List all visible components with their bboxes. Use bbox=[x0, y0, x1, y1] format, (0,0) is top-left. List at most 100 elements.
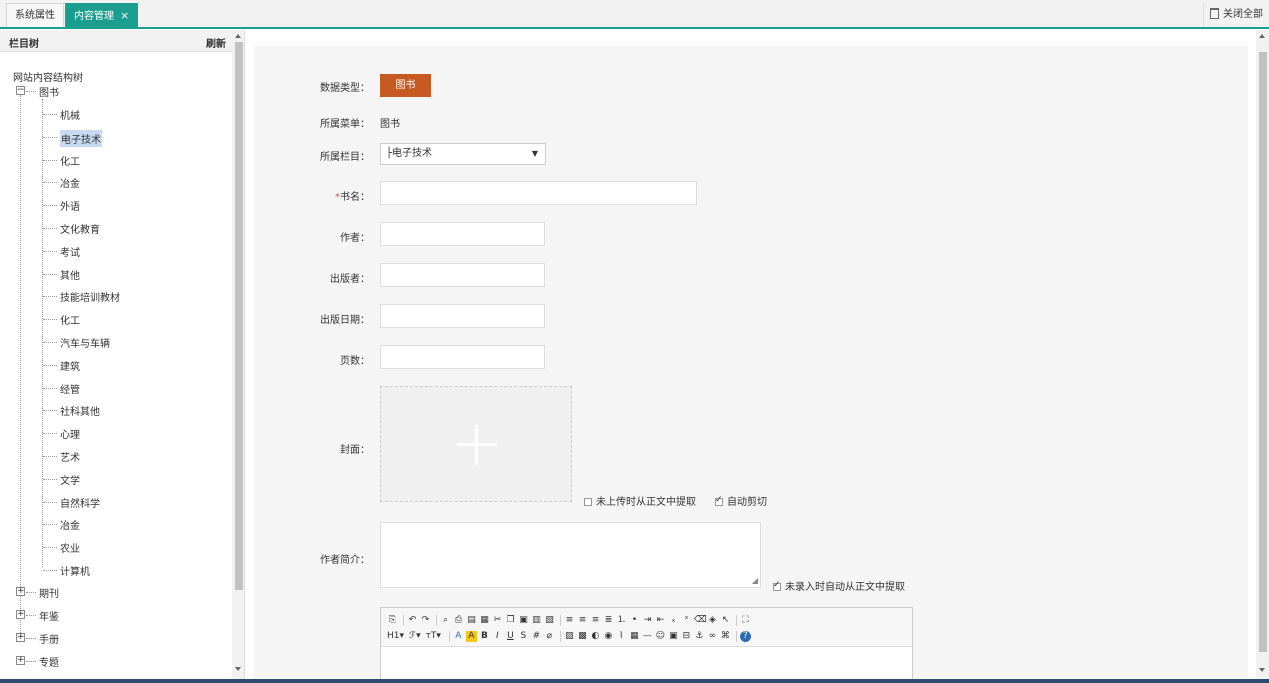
help-icon[interactable]: ? bbox=[739, 630, 751, 642]
sidebar-scrollbar[interactable] bbox=[232, 30, 244, 683]
pagebreak-icon[interactable]: ⊟ bbox=[681, 631, 692, 642]
author-input[interactable] bbox=[380, 222, 545, 246]
author-intro-textarea[interactable]: ◢ bbox=[380, 522, 761, 588]
expand-icon[interactable]: + bbox=[16, 587, 25, 596]
tree-node[interactable]: 冶金 bbox=[60, 175, 80, 190]
tree-node[interactable]: 计算机 bbox=[60, 563, 90, 578]
resize-handle-icon[interactable]: ◢ bbox=[752, 576, 758, 585]
unordered-list-icon[interactable]: • bbox=[629, 615, 640, 626]
fullscreen-icon[interactable]: ⛶ bbox=[740, 615, 751, 626]
superscript-icon[interactable]: ˣ bbox=[681, 615, 692, 626]
tree-node[interactable]: 电子技术 bbox=[60, 129, 102, 147]
tree-node[interactable]: 其他 bbox=[60, 267, 80, 282]
justify-icon[interactable]: ≣ bbox=[603, 615, 614, 626]
align-left-icon[interactable]: ≡ bbox=[564, 615, 575, 626]
tree-node[interactable]: 建筑 bbox=[60, 358, 80, 373]
scroll-up-icon[interactable] bbox=[1259, 34, 1265, 38]
undo-icon[interactable]: ↶ bbox=[407, 615, 418, 626]
indent-icon[interactable]: ⇥ bbox=[642, 615, 653, 626]
underline-icon[interactable]: U bbox=[505, 631, 516, 642]
anchor-icon[interactable]: ⚓ bbox=[694, 631, 705, 642]
tree-node[interactable]: 汽车与车辆 bbox=[60, 335, 110, 350]
template-icon[interactable]: ▤ bbox=[466, 615, 477, 626]
title-input[interactable] bbox=[380, 181, 697, 205]
cover-extract-checkbox[interactable]: 未上传时从正文中提取 bbox=[584, 493, 696, 508]
scroll-down-icon[interactable] bbox=[1259, 668, 1265, 672]
auto-crop-checkbox[interactable]: 自动剪切 bbox=[715, 493, 767, 508]
refresh-button[interactable]: 刷新 bbox=[206, 35, 226, 50]
image-icon[interactable]: ▨ bbox=[564, 631, 575, 642]
column-select[interactable]: ├电子技术 ▼ bbox=[380, 143, 546, 165]
paste-word-icon[interactable]: ▦ bbox=[479, 615, 490, 626]
table-icon[interactable]: ▦ bbox=[629, 631, 640, 642]
tree-node[interactable]: 冶金 bbox=[60, 517, 80, 532]
print-icon[interactable]: ⎙ bbox=[453, 615, 464, 626]
paste-word2-icon[interactable]: ▧ bbox=[544, 615, 555, 626]
main-scrollbar[interactable] bbox=[1256, 30, 1269, 683]
unlink-icon[interactable]: ⌘ bbox=[720, 631, 731, 642]
tree-node-books[interactable]: 图书 bbox=[39, 84, 59, 99]
ordered-list-icon[interactable]: ⒈ bbox=[616, 615, 627, 626]
strike-icon[interactable]: S bbox=[518, 631, 529, 642]
copy-icon[interactable]: ❐ bbox=[505, 615, 516, 626]
pages-input[interactable] bbox=[380, 345, 545, 369]
paste-icon[interactable]: ▣ bbox=[518, 615, 529, 626]
paste-text-icon[interactable]: ▥ bbox=[531, 615, 542, 626]
cut-icon[interactable]: ✂ bbox=[492, 615, 503, 626]
media-icon[interactable]: ◉ bbox=[603, 631, 614, 642]
scroll-down-icon[interactable] bbox=[235, 667, 241, 671]
expand-icon[interactable]: + bbox=[16, 633, 25, 642]
intro-extract-checkbox[interactable]: 未录入时自动从正文中提取 bbox=[773, 578, 905, 593]
toolbar-dropdown[interactable]: H1▾ bbox=[387, 631, 404, 641]
pubdate-input[interactable] bbox=[380, 304, 545, 328]
redo-icon[interactable]: ↷ bbox=[420, 615, 431, 626]
tree-node[interactable]: 技能培训教材 bbox=[60, 289, 120, 304]
tree-node[interactable]: 考试 bbox=[60, 244, 80, 259]
tree-node[interactable]: 化工 bbox=[60, 312, 80, 327]
tree-node-topics[interactable]: 专题 bbox=[39, 654, 59, 669]
tab-content-management[interactable]: 内容管理 × bbox=[65, 3, 139, 27]
tab-system-properties[interactable]: 系统属性 bbox=[6, 3, 64, 27]
subscript-icon[interactable]: ₓ bbox=[668, 615, 679, 626]
map-icon[interactable]: ▣ bbox=[668, 631, 679, 642]
tree-node[interactable]: 经管 bbox=[60, 381, 80, 396]
toolbar-dropdown[interactable]: тT▾ bbox=[426, 631, 441, 641]
pointer-icon[interactable]: ↖ bbox=[720, 615, 731, 626]
select-all-icon[interactable]: ◈ bbox=[707, 615, 718, 626]
tree-node[interactable]: 艺术 bbox=[60, 449, 80, 464]
emoticon-icon[interactable]: ☺ bbox=[655, 631, 666, 642]
italic-icon[interactable]: I bbox=[492, 631, 503, 642]
scroll-up-icon[interactable] bbox=[235, 34, 241, 38]
bold-icon[interactable]: B bbox=[479, 631, 490, 642]
clear-format-icon[interactable]: ⌫ bbox=[694, 615, 707, 626]
tree-node[interactable]: 化工 bbox=[60, 153, 80, 168]
font-color-icon[interactable]: A bbox=[453, 631, 464, 642]
cover-upload[interactable] bbox=[380, 386, 572, 502]
close-icon[interactable]: × bbox=[120, 9, 129, 22]
data-type-button[interactable]: 图书 bbox=[380, 74, 431, 97]
tree-node[interactable]: 外语 bbox=[60, 198, 80, 213]
eraser-icon[interactable]: ⌀ bbox=[544, 631, 555, 642]
outdent-icon[interactable]: ⇤ bbox=[655, 615, 666, 626]
tree-node-yearbooks[interactable]: 年鉴 bbox=[39, 608, 59, 623]
preview-icon[interactable]: ⌕ bbox=[440, 615, 451, 626]
tree-node-periodicals[interactable]: 期刊 bbox=[39, 585, 59, 600]
align-right-icon[interactable]: ≡ bbox=[590, 615, 601, 626]
rich-text-editor[interactable]: ⎘ ↶ ↷ ⌕ ⎙ ▤ ▦ ✂ ❐ ▣ ▥ ▧ ≡ ≡ ≡ ≣ ⒈ • ⇥ ⇤ ₓ ˣ ⌫ ◈ ↖ ⛶ H1▾ ℱ▾ тT▾ A A B I U… bbox=[380, 607, 913, 683]
multi-image-icon[interactable]: ▩ bbox=[577, 631, 588, 642]
hr-icon[interactable]: — bbox=[642, 631, 653, 642]
scrollbar-thumb[interactable] bbox=[1259, 52, 1267, 652]
tree-node[interactable]: 心理 bbox=[60, 426, 80, 441]
highlight-icon[interactable]: A bbox=[465, 630, 477, 642]
toolbar-dropdown[interactable]: ℱ▾ bbox=[409, 631, 421, 641]
tree-node[interactable]: 农业 bbox=[60, 540, 80, 555]
tree-node[interactable]: 文化教育 bbox=[60, 221, 100, 236]
tree-node[interactable]: 文学 bbox=[60, 472, 80, 487]
expand-icon[interactable]: + bbox=[16, 610, 25, 619]
close-all-button[interactable]: 关闭全部 bbox=[1203, 3, 1269, 27]
tree-node[interactable]: 机械 bbox=[60, 107, 80, 122]
align-center-icon[interactable]: ≡ bbox=[577, 615, 588, 626]
source-icon[interactable]: ⎘ bbox=[387, 615, 398, 626]
tree-node[interactable]: 自然科学 bbox=[60, 495, 100, 510]
line-height-icon[interactable]: # bbox=[531, 631, 542, 642]
